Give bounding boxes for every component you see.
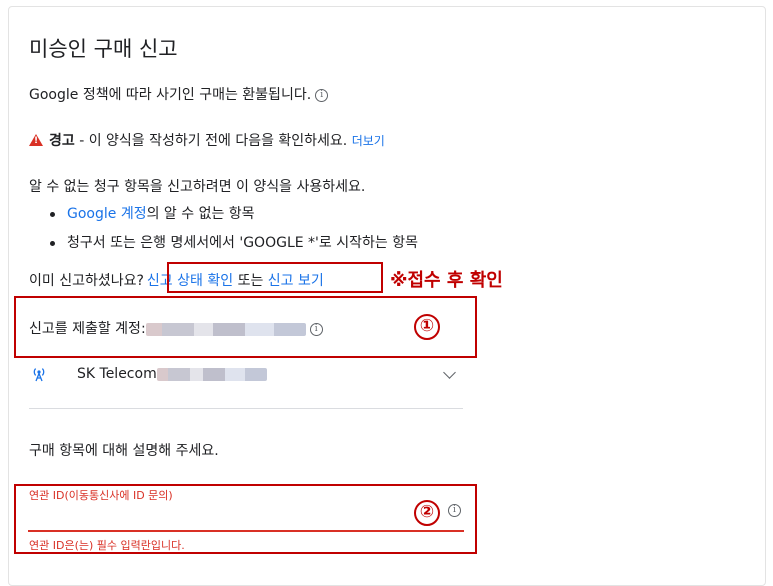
warning-label: 경고 <box>49 133 75 149</box>
bullet-icon <box>50 211 55 217</box>
info-icon[interactable]: i <box>309 322 323 336</box>
more-link[interactable]: 더보기 <box>352 134 385 148</box>
policy-text: Google 정책에 따라 사기인 구매는 환불됩니다. i <box>29 84 329 104</box>
bullet-icon <box>50 240 55 246</box>
page-title: 미승인 구매 신고 <box>29 37 178 61</box>
cell-tower-icon <box>33 368 45 382</box>
warning-text: - 이 양식을 작성하기 전에 다음을 확인하세요. <box>74 133 348 149</box>
describe-text: 구매 항목에 대해 설명해 주세요. <box>29 443 219 459</box>
redacted-number <box>156 367 267 381</box>
field-error: 연관 ID은(는) 필수 입력란입니다. <box>29 539 185 552</box>
list-item: Google 계정의 알 수 없는 항목 <box>50 203 255 223</box>
annotation-number-1: ① <box>414 314 440 340</box>
list-item: 청구서 또는 은행 명세서에서 'GOOGLE *'로 시작하는 항목 <box>50 232 418 252</box>
warning-icon <box>29 134 43 146</box>
carrier-name: SK Telecom <box>77 366 157 382</box>
annotation-box-links <box>167 262 383 293</box>
google-account-link[interactable]: Google 계정 <box>67 206 147 222</box>
info-icon[interactable]: i <box>448 504 461 517</box>
account-row: 신고를 제출할 계정: i <box>29 318 323 338</box>
related-id-input[interactable] <box>30 500 460 528</box>
annotation-note: ※접수 후 확인 <box>390 270 503 291</box>
carrier-select[interactable]: SK Telecom <box>77 366 267 382</box>
field-underline <box>28 530 464 532</box>
annotation-number-2: ② <box>414 500 440 526</box>
redacted-account <box>145 322 306 336</box>
divider <box>29 408 463 409</box>
info-icon[interactable]: i <box>315 88 329 102</box>
warning-row: 경고 - 이 양식을 작성하기 전에 다음을 확인하세요. 더보기 <box>29 130 385 150</box>
intro-text: 알 수 없는 청구 항목을 신고하려면 이 양식을 사용하세요. <box>29 179 366 195</box>
